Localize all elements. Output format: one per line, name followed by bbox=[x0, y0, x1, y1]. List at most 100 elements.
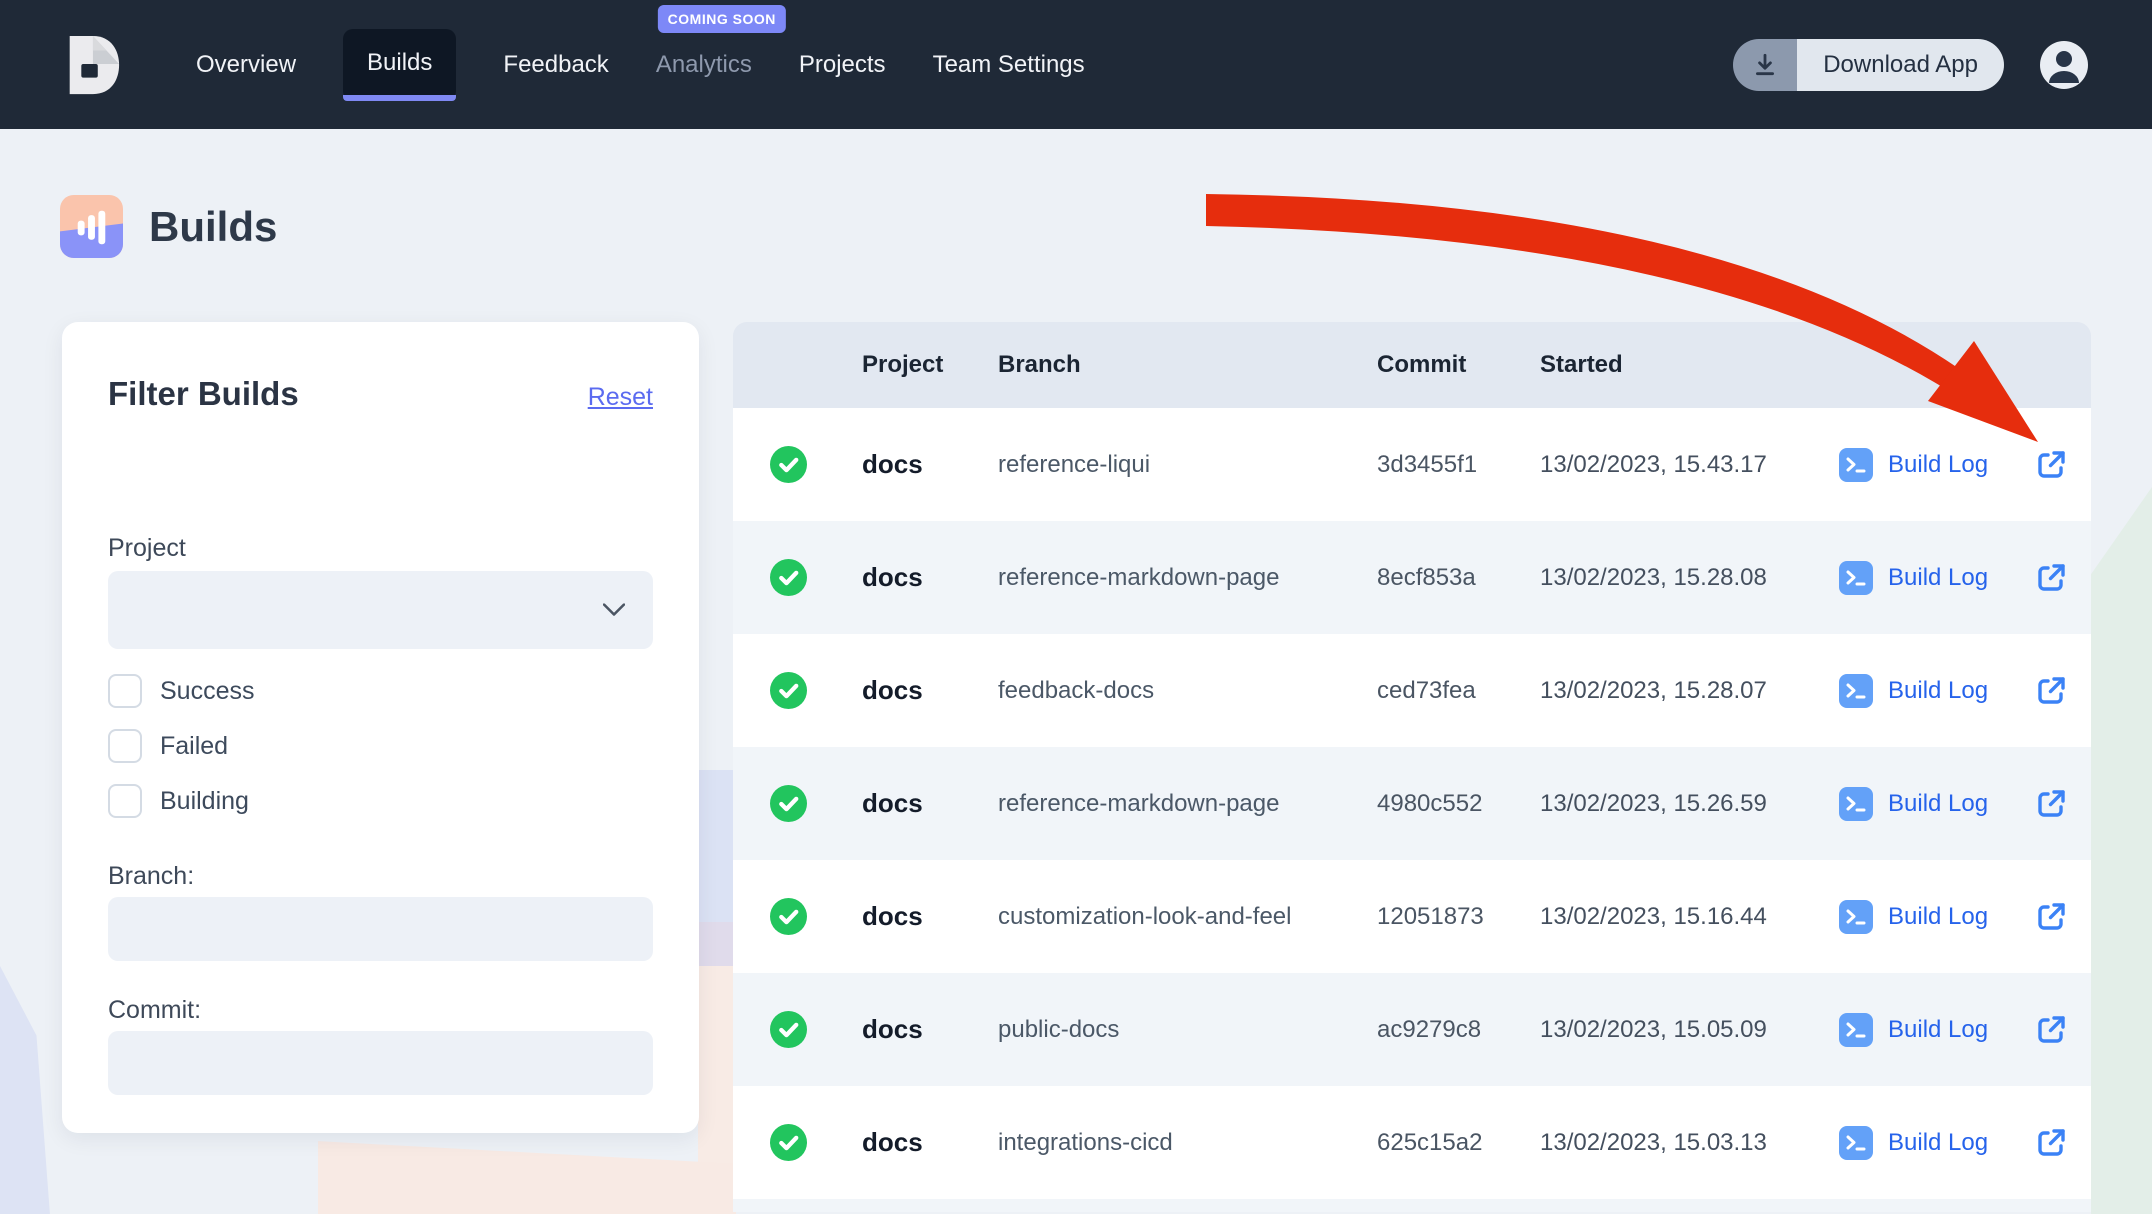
external-link-icon bbox=[2034, 787, 2068, 821]
commit-label: Commit: bbox=[108, 995, 653, 1025]
build-status-cell bbox=[733, 446, 862, 483]
reset-filters-link[interactable]: Reset bbox=[588, 383, 653, 412]
project-cell: docs bbox=[862, 449, 998, 480]
checkbox-label: Failed bbox=[160, 732, 228, 761]
success-check-icon bbox=[770, 559, 807, 596]
open-build-external-link[interactable] bbox=[2011, 561, 2091, 595]
build-log-label: Build Log bbox=[1888, 903, 1988, 931]
branch-cell: integrations-cicd bbox=[998, 1129, 1377, 1157]
open-build-external-link[interactable] bbox=[2011, 1126, 2091, 1160]
terminal-icon bbox=[1839, 787, 1873, 821]
checkbox-building[interactable]: Building bbox=[108, 781, 653, 821]
open-build-external-link[interactable] bbox=[2011, 674, 2091, 708]
commit-cell: 3d3455f1 bbox=[1377, 451, 1540, 479]
table-row: docs reference-markdown-page 8ecf853a 13… bbox=[733, 521, 2091, 634]
nav-item-projects[interactable]: Projects bbox=[799, 41, 886, 89]
checkbox-label: Building bbox=[160, 787, 249, 816]
commit-cell: 4980c552 bbox=[1377, 790, 1540, 818]
external-link-icon bbox=[2034, 1013, 2068, 1047]
checkbox-failed[interactable]: Failed bbox=[108, 726, 653, 766]
build-log-label: Build Log bbox=[1888, 790, 1988, 818]
table-row: docs feedback-docs ced73fea 13/02/2023, … bbox=[733, 634, 2091, 747]
started-cell: 13/02/2023, 15.03.13 bbox=[1540, 1129, 1839, 1157]
commit-cell: 625c15a2 bbox=[1377, 1129, 1540, 1157]
terminal-icon bbox=[1839, 900, 1873, 934]
build-log-link[interactable]: Build Log bbox=[1839, 1013, 2011, 1047]
branch-cell: feedback-docs bbox=[998, 677, 1377, 705]
doctave-logo[interactable] bbox=[60, 25, 122, 105]
coming-soon-badge: COMING SOON bbox=[658, 5, 786, 33]
nav-item-analytics[interactable]: AnalyticsCOMING SOON bbox=[656, 41, 752, 89]
branch-cell: reference-liqui bbox=[998, 451, 1377, 479]
user-icon bbox=[2040, 41, 2088, 89]
branch-cell: reference-markdown-page bbox=[998, 564, 1377, 592]
open-build-external-link[interactable] bbox=[2011, 1013, 2091, 1047]
build-log-label: Build Log bbox=[1888, 564, 1988, 592]
nav-item-team-settings[interactable]: Team Settings bbox=[933, 41, 1085, 89]
success-check-icon bbox=[770, 898, 807, 935]
build-log-link[interactable]: Build Log bbox=[1839, 674, 2011, 708]
commit-cell: 8ecf853a bbox=[1377, 564, 1540, 592]
terminal-icon bbox=[1839, 1013, 1873, 1047]
terminal-icon bbox=[1839, 674, 1873, 708]
nav-item-overview[interactable]: Overview bbox=[196, 41, 296, 89]
decor-lavender-strip bbox=[698, 770, 736, 922]
nav-item-builds[interactable]: Builds bbox=[343, 29, 456, 101]
build-status-cell bbox=[733, 1011, 862, 1048]
terminal-icon bbox=[1839, 561, 1873, 595]
project-cell: docs bbox=[862, 788, 998, 819]
decor-pink-strip bbox=[698, 966, 736, 1214]
branch-input[interactable] bbox=[108, 897, 653, 961]
user-avatar-button[interactable] bbox=[2040, 41, 2088, 89]
branch-label: Branch: bbox=[108, 861, 653, 891]
decor-pink-polygon bbox=[318, 1133, 736, 1214]
column-header-project: Project bbox=[862, 351, 998, 379]
build-status-cell bbox=[733, 672, 862, 709]
success-check-icon bbox=[770, 1011, 807, 1048]
build-log-link[interactable]: Build Log bbox=[1839, 448, 2011, 482]
project-cell: docs bbox=[862, 901, 998, 932]
branch-cell: reference-markdown-page bbox=[998, 790, 1377, 818]
project-cell: docs bbox=[862, 1127, 998, 1158]
build-log-label: Build Log bbox=[1888, 451, 1988, 479]
build-log-label: Build Log bbox=[1888, 1016, 1988, 1044]
commit-input[interactable] bbox=[108, 1031, 653, 1095]
checkbox-success[interactable]: Success bbox=[108, 671, 653, 711]
build-log-link[interactable]: Build Log bbox=[1839, 900, 2011, 934]
open-build-external-link[interactable] bbox=[2011, 787, 2091, 821]
top-navbar: Overview Builds Feedback AnalyticsCOMING SO… bbox=[0, 0, 2152, 129]
build-status-cell bbox=[733, 785, 862, 822]
project-select[interactable] bbox=[108, 571, 653, 649]
build-log-link[interactable]: Build Log bbox=[1839, 787, 2011, 821]
column-header-started: Started bbox=[1540, 351, 1839, 379]
filter-builds-title: Filter Builds bbox=[108, 375, 299, 413]
terminal-icon bbox=[1839, 448, 1873, 482]
nav-items: Overview Builds Feedback AnalyticsCOMING SO… bbox=[196, 29, 1085, 101]
download-app-button[interactable]: Download App bbox=[1733, 39, 2004, 91]
checkbox-box[interactable] bbox=[108, 674, 142, 708]
checkbox-box[interactable] bbox=[108, 729, 142, 763]
external-link-icon bbox=[2034, 1126, 2068, 1160]
build-log-link[interactable]: Build Log bbox=[1839, 561, 2011, 595]
build-log-link[interactable]: Build Log bbox=[1839, 1126, 2011, 1160]
download-icon bbox=[1733, 39, 1797, 91]
build-status-cell bbox=[733, 1124, 862, 1161]
download-app-label: Download App bbox=[1797, 39, 2004, 91]
checkbox-label: Success bbox=[160, 677, 254, 706]
started-cell: 13/02/2023, 15.28.08 bbox=[1540, 564, 1839, 592]
open-build-external-link[interactable] bbox=[2011, 448, 2091, 482]
page-title: Builds bbox=[149, 203, 277, 251]
project-cell: docs bbox=[862, 675, 998, 706]
external-link-icon bbox=[2034, 900, 2068, 934]
project-cell: docs bbox=[862, 1014, 998, 1045]
nav-item-feedback[interactable]: Feedback bbox=[503, 41, 608, 89]
started-cell: 13/02/2023, 15.26.59 bbox=[1540, 790, 1839, 818]
commit-cell: ced73fea bbox=[1377, 677, 1540, 705]
success-check-icon bbox=[770, 1124, 807, 1161]
column-header-commit: Commit bbox=[1377, 351, 1540, 379]
checkbox-box[interactable] bbox=[108, 784, 142, 818]
open-build-external-link[interactable] bbox=[2011, 900, 2091, 934]
started-cell: 13/02/2023, 15.28.07 bbox=[1540, 677, 1839, 705]
status-checkbox-group: Success Failed Building bbox=[108, 671, 653, 821]
terminal-icon bbox=[1839, 1126, 1873, 1160]
